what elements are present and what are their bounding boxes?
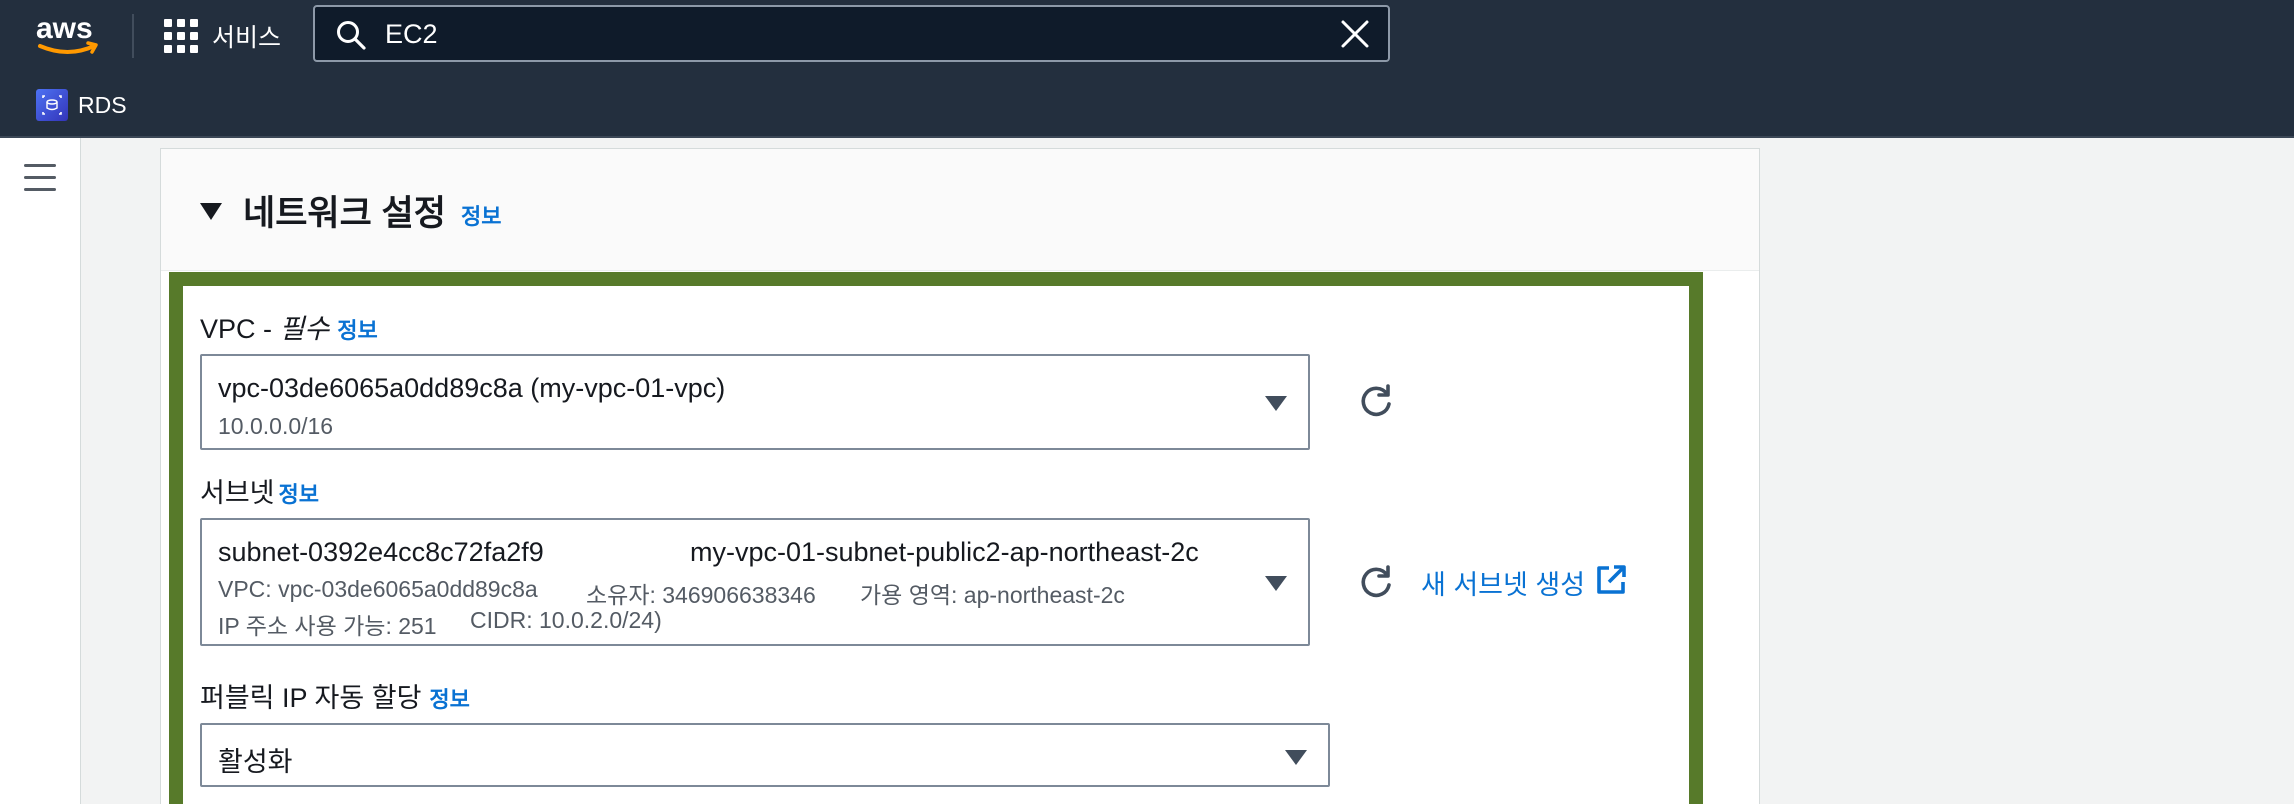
vpc-select[interactable]: vpc-03de6065a0dd89c8a (my-vpc-01-vpc) 10… bbox=[200, 354, 1310, 450]
dropdown-caret-icon bbox=[1265, 576, 1287, 591]
favorite-rds[interactable]: RDS bbox=[36, 89, 127, 121]
subnet-ip-text: IP 주소 사용 가능: 251 bbox=[218, 613, 437, 639]
panel-header: 네트워크 설정 정보 bbox=[161, 149, 1759, 271]
public-ip-select[interactable]: 활성화 bbox=[200, 723, 1330, 787]
subnet-refresh-icon[interactable] bbox=[1356, 563, 1396, 603]
subnet-name: my-vpc-01-subnet-public2-ap-northeast-2c bbox=[690, 537, 1199, 567]
hamburger-menu-icon[interactable] bbox=[24, 164, 56, 192]
vpc-required: 필수 bbox=[279, 314, 330, 344]
vpc-field-label: VPC - 필수 정보 bbox=[200, 307, 378, 346]
subnet-id: subnet-0392e4cc8c72fa2f9 bbox=[218, 537, 544, 567]
subnet-cidr-text: CIDR: 10.0.2.0/24) bbox=[470, 607, 662, 633]
top-navigation: aws 서비스 EC2 RDS bbox=[0, 0, 2294, 138]
vpc-select-value: vpc-03de6065a0dd89c8a (my-vpc-01-vpc) bbox=[218, 373, 726, 403]
grid-icon bbox=[164, 19, 198, 53]
section-title: 네트워크 설정 bbox=[243, 194, 446, 233]
public-ip-label: 퍼블릭 IP 자동 할당 bbox=[200, 683, 422, 713]
search-icon bbox=[335, 19, 367, 56]
services-menu-button[interactable]: 서비스 bbox=[164, 14, 281, 58]
dropdown-caret-icon bbox=[1265, 396, 1287, 411]
caret-down-icon[interactable] bbox=[199, 201, 223, 226]
dropdown-caret-icon bbox=[1285, 750, 1307, 765]
close-icon[interactable] bbox=[1340, 19, 1370, 54]
public-ip-info-link[interactable]: 정보 bbox=[429, 687, 469, 712]
create-subnet-link[interactable]: 새 서브넷 생성 bbox=[1421, 563, 1627, 602]
search-input[interactable] bbox=[383, 15, 1287, 53]
vpc-label: VPC - bbox=[200, 314, 280, 344]
nav-divider bbox=[132, 14, 134, 58]
aws-logo[interactable]: aws bbox=[34, 10, 106, 58]
external-link-icon bbox=[1595, 564, 1627, 601]
nav-bottom-border bbox=[0, 136, 2294, 138]
section-info-link[interactable]: 정보 bbox=[461, 199, 501, 231]
subnet-field-label: 서브넷 정보 bbox=[200, 471, 319, 510]
rds-icon bbox=[36, 89, 68, 121]
aws-logo-text: aws bbox=[36, 12, 93, 45]
vpc-info-link[interactable]: 정보 bbox=[337, 318, 377, 343]
favorite-rds-label: RDS bbox=[78, 91, 127, 118]
subnet-owner-text: 소유자: 346906638346 bbox=[586, 582, 816, 608]
subnet-select[interactable]: subnet-0392e4cc8c72fa2f9 my-vpc-01-subne… bbox=[200, 518, 1310, 646]
subnet-vpc-text: VPC: vpc-03de6065a0dd89c8a bbox=[218, 576, 538, 602]
subnet-info-link[interactable]: 정보 bbox=[279, 482, 319, 507]
subnet-az-text: 가용 영역: ap-northeast-2c bbox=[860, 582, 1125, 608]
public-ip-select-value: 활성화 bbox=[218, 747, 293, 777]
services-label: 서비스 bbox=[212, 24, 282, 52]
subnet-label: 서브넷 bbox=[200, 478, 275, 508]
search-box[interactable] bbox=[313, 5, 1390, 62]
side-rail bbox=[0, 138, 81, 804]
vpc-select-cidr: 10.0.0.0/16 bbox=[218, 413, 334, 439]
vpc-refresh-icon[interactable] bbox=[1356, 382, 1396, 422]
public-ip-field-label: 퍼블릭 IP 자동 할당 정보 bbox=[200, 676, 470, 715]
create-subnet-label: 새 서브넷 생성 bbox=[1421, 570, 1586, 600]
